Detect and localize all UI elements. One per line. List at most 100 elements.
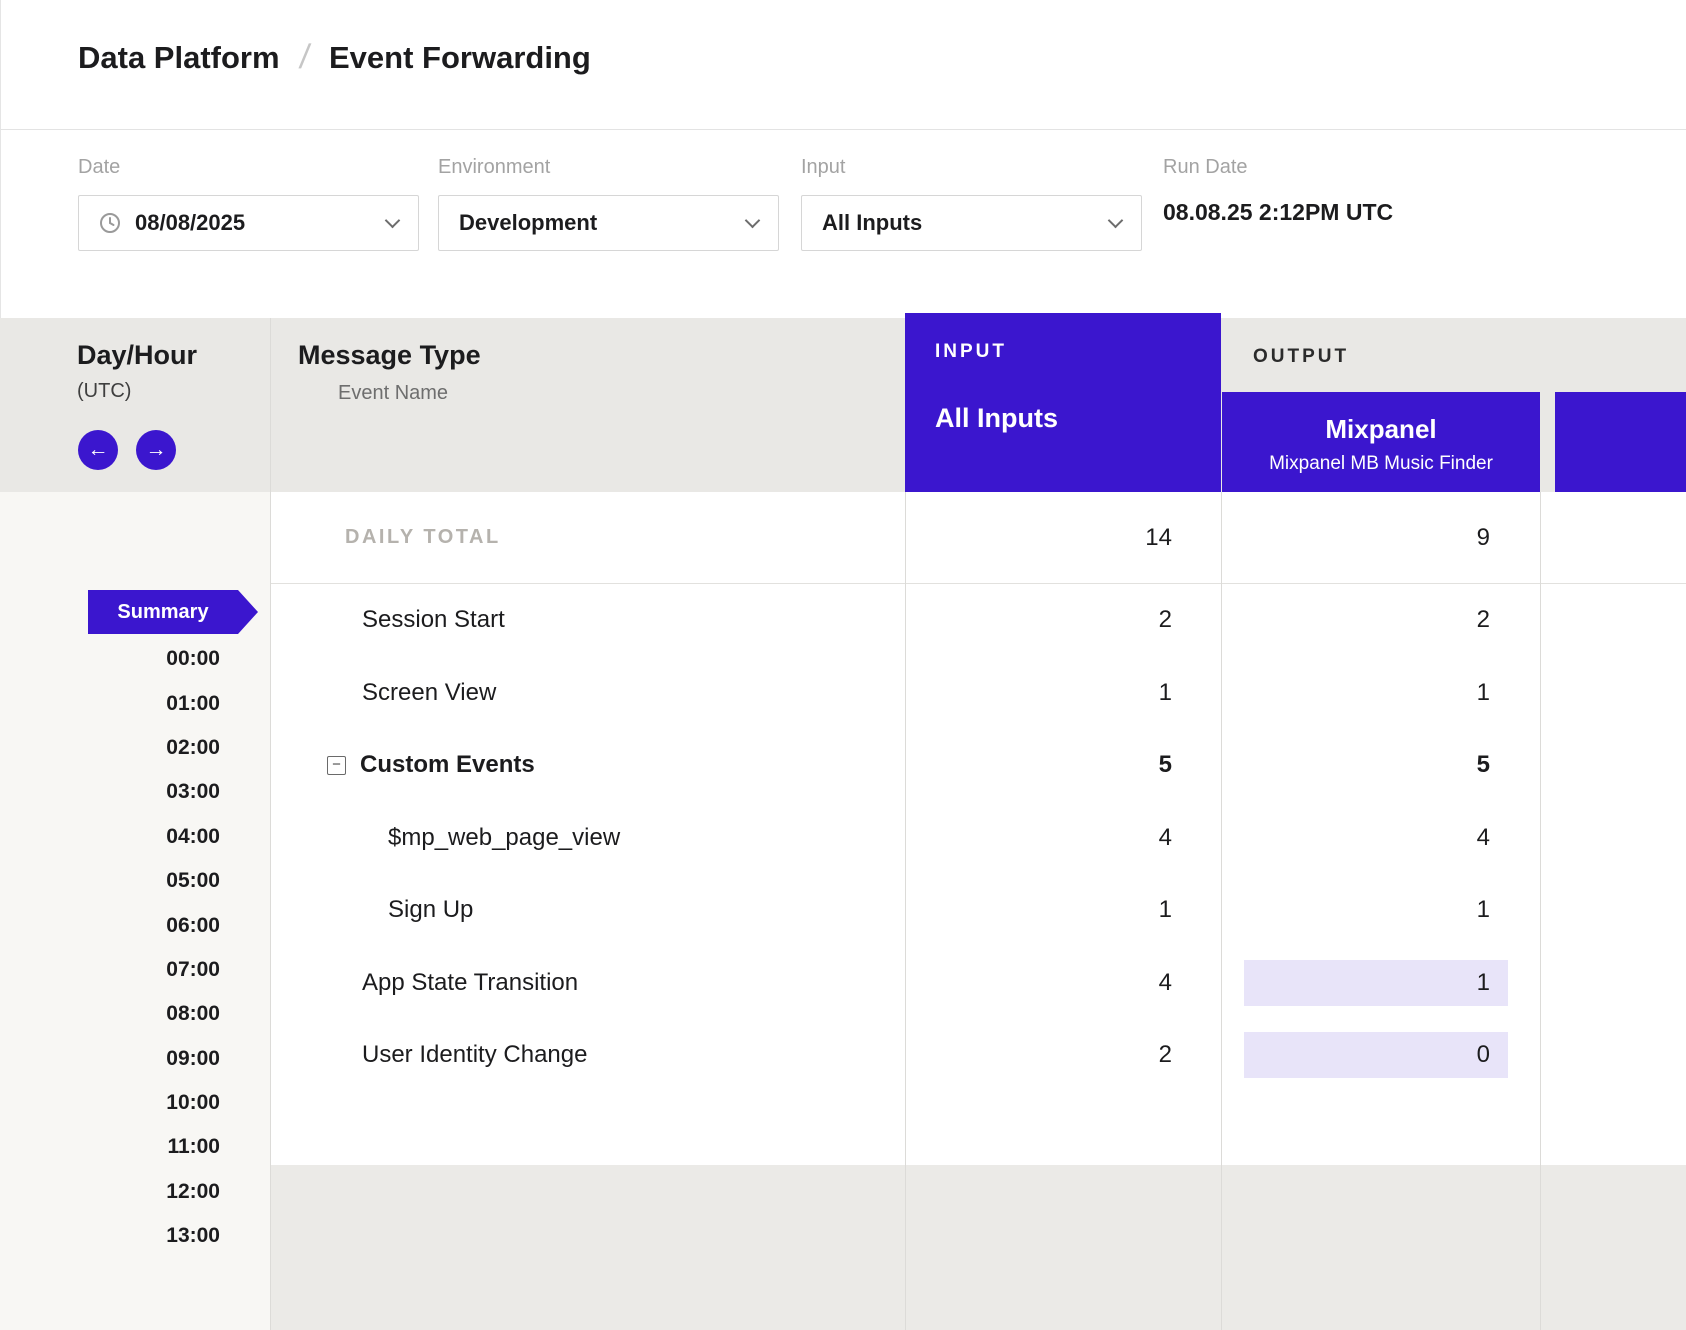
table-row-group: − Custom Events 5 5 — [270, 729, 1686, 802]
input-column-name: All Inputs — [935, 403, 1221, 434]
hour-row[interactable]: 03:00 — [0, 770, 220, 814]
column-divider — [1540, 492, 1541, 1330]
run-date-value: 08.08.25 2:12PM UTC — [1163, 199, 1393, 226]
output-count-highlighted: 0 — [1244, 1032, 1508, 1078]
column-divider — [270, 318, 271, 1330]
input-select-value: All Inputs — [822, 210, 1110, 236]
date-select-value: 08/08/2025 — [135, 210, 387, 236]
hour-row[interactable]: 00:00 — [0, 637, 220, 681]
hour-row[interactable]: 07:00 — [0, 948, 220, 992]
hour-row[interactable]: 02:00 — [0, 726, 220, 770]
hour-row[interactable]: 10:00 — [0, 1081, 220, 1125]
day-hour-subtitle: (UTC) — [77, 380, 131, 403]
clock-icon — [99, 212, 121, 234]
grid-header-band: Day/Hour (UTC) ← → Message Type Event Na… — [0, 318, 1686, 492]
arrow-left-icon: ← — [88, 438, 109, 462]
chevron-down-icon — [385, 212, 401, 228]
output-column-label: OUTPUT — [1253, 346, 1349, 368]
event-table: DAILY TOTAL 14 9 Session Start 2 2 Scree… — [270, 492, 1686, 1330]
output-column-header: Mixpanel Mixpanel MB Music Finder — [1222, 392, 1540, 492]
chevron-down-icon — [745, 212, 761, 228]
daily-total-row: DAILY TOTAL 14 9 — [270, 492, 1686, 584]
event-name: Sign Up — [270, 896, 905, 924]
input-count: 5 — [1159, 751, 1190, 779]
hour-row[interactable]: 12:00 — [0, 1170, 220, 1214]
run-date-group: Run Date 08.08.25 2:12PM UTC — [1163, 156, 1393, 226]
input-filter-label: Input — [801, 156, 1142, 179]
output-count: 1 — [1477, 679, 1508, 707]
input-filter-group: Input All Inputs — [801, 156, 1142, 251]
message-type-title: Message Type — [298, 340, 481, 371]
event-name-subtitle: Event Name — [338, 382, 448, 405]
table-footer-area — [270, 1165, 1686, 1330]
column-divider — [1221, 492, 1222, 1330]
table-row-child: Sign Up 1 1 — [270, 874, 1686, 947]
chevron-down-icon — [1108, 212, 1124, 228]
table-row: Session Start 2 2 — [270, 584, 1686, 657]
output-count: 2 — [1477, 606, 1508, 634]
input-count: 2 — [1159, 606, 1190, 634]
table-row: User Identity Change 2 0 — [270, 1019, 1686, 1092]
breadcrumb-section[interactable]: Data Platform — [78, 40, 280, 76]
event-forwarding-page: Data Platform / Event Forwarding Date 08… — [0, 0, 1686, 1330]
hour-list: 00:00 01:00 02:00 03:00 04:00 05:00 06:0… — [0, 637, 220, 1258]
arrow-right-icon: → — [146, 438, 167, 462]
table-row: Screen View 1 1 — [270, 657, 1686, 730]
breadcrumb: Data Platform / Event Forwarding — [78, 38, 591, 77]
breadcrumb-current: Event Forwarding — [329, 40, 591, 76]
day-hour-sidebar: Summary 00:00 01:00 02:00 03:00 04:00 05… — [0, 492, 270, 1330]
run-date-label: Run Date — [1163, 156, 1393, 179]
output-column-subtitle: Mixpanel MB Music Finder — [1222, 453, 1540, 475]
hour-row[interactable]: 06:00 — [0, 903, 220, 947]
previous-day-button[interactable]: ← — [78, 430, 118, 470]
input-count: 1 — [1159, 679, 1190, 707]
next-output-column-header — [1555, 392, 1686, 492]
hour-row[interactable]: 08:00 — [0, 992, 220, 1036]
hour-row[interactable]: 09:00 — [0, 1037, 220, 1081]
table-row-child: $mp_web_page_view 4 4 — [270, 802, 1686, 875]
event-name: Session Start — [270, 606, 905, 634]
hour-row[interactable]: 01:00 — [0, 681, 220, 725]
summary-row-badge[interactable]: Summary — [88, 590, 258, 634]
filter-bar: Date 08/08/2025 Environment Development … — [0, 130, 1686, 318]
output-count-highlighted: 1 — [1244, 960, 1508, 1006]
output-count: 5 — [1477, 751, 1508, 779]
date-filter-label: Date — [78, 156, 419, 179]
input-count: 4 — [1159, 824, 1190, 852]
daily-total-output-count: 9 — [1477, 524, 1508, 552]
event-name-text: Custom Events — [360, 751, 535, 779]
output-column-name: Mixpanel — [1222, 414, 1540, 445]
day-navigation: ← → — [78, 430, 176, 470]
daily-total-label: DAILY TOTAL — [270, 526, 905, 549]
top-bar: Data Platform / Event Forwarding — [0, 0, 1686, 130]
event-name: $mp_web_page_view — [270, 824, 905, 852]
date-select[interactable]: 08/08/2025 — [78, 195, 419, 251]
output-count: 1 — [1477, 896, 1508, 924]
column-divider — [905, 492, 906, 1330]
input-count: 1 — [1159, 896, 1190, 924]
collapse-icon[interactable]: − — [327, 756, 346, 775]
next-day-button[interactable]: → — [136, 430, 176, 470]
breadcrumb-separator-icon: / — [297, 38, 312, 77]
input-select[interactable]: All Inputs — [801, 195, 1142, 251]
hour-row[interactable]: 11:00 — [0, 1125, 220, 1169]
input-column-label: INPUT — [935, 341, 1221, 363]
daily-total-input-count: 14 — [1145, 524, 1190, 552]
input-column-header: INPUT All Inputs — [905, 313, 1221, 492]
table-row: App State Transition 4 1 — [270, 947, 1686, 1020]
output-count: 4 — [1477, 824, 1508, 852]
hour-row[interactable]: 05:00 — [0, 859, 220, 903]
environment-select-value: Development — [459, 210, 747, 236]
event-name: App State Transition — [270, 969, 905, 997]
input-count: 4 — [1159, 969, 1190, 997]
input-count: 2 — [1159, 1041, 1190, 1069]
environment-filter-label: Environment — [438, 156, 779, 179]
day-hour-title: Day/Hour — [77, 340, 197, 371]
event-name: − Custom Events — [270, 751, 905, 779]
event-name: Screen View — [270, 679, 905, 707]
environment-filter-group: Environment Development — [438, 156, 779, 251]
hour-row[interactable]: 13:00 — [0, 1214, 220, 1258]
environment-select[interactable]: Development — [438, 195, 779, 251]
hour-row[interactable]: 04:00 — [0, 815, 220, 859]
date-filter-group: Date 08/08/2025 — [78, 156, 419, 251]
